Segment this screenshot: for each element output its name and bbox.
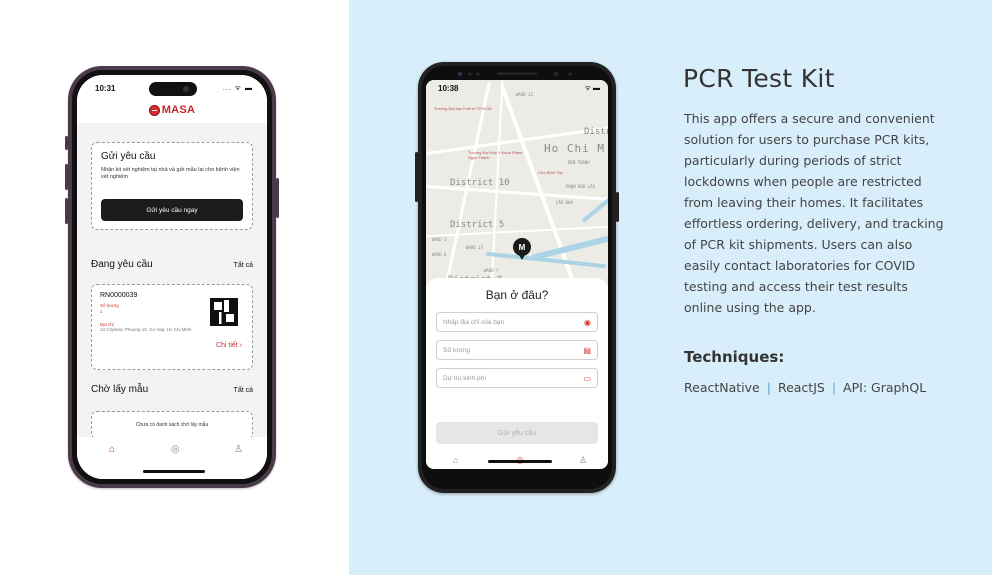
status-time: 10:38: [438, 84, 459, 93]
power-button: [276, 178, 279, 218]
map-label-ward7: WARD 7: [484, 268, 499, 273]
volume-up-button: [65, 164, 68, 190]
address-input[interactable]: Nhập địa chỉ của bạn ◉: [436, 312, 598, 332]
map-label-district10: District 10: [450, 178, 510, 188]
dynamic-island: [149, 82, 197, 96]
request-description: Nhận kit xét nghiệm tại nhà và gửi mẫu l…: [101, 167, 240, 181]
budget-input[interactable]: Dự trù kinh phí ▭: [436, 368, 598, 388]
quantity-input[interactable]: Số lượng ▤: [436, 340, 598, 360]
map-label-ben-thanh: BẾN THÀNH: [568, 160, 590, 165]
map-label-ward12: WARD 12: [516, 92, 533, 97]
globe-icon: [148, 104, 160, 116]
list-icon: ▤: [583, 345, 591, 355]
home-icon[interactable]: ⌂: [109, 444, 115, 455]
android-screen: District 10 District 5 District 8 Ho Chi…: [426, 80, 608, 469]
user-icon[interactable]: ♙: [579, 455, 587, 466]
address-value: 13 Cityland, Phuong 10, Go Vap, Ho Chi M…: [100, 327, 192, 332]
tab-bar: ⌂ ◎ ♙: [77, 437, 267, 479]
masa-logo: MASA: [148, 104, 196, 116]
power-button: [616, 192, 619, 222]
brand-name: MASA: [161, 104, 196, 116]
request-title: Gửi yêu cầu: [101, 151, 156, 162]
techniques-list: ReactNative | ReactJS | API: GraphQL: [684, 380, 926, 395]
map-marker-icon[interactable]: M: [513, 238, 531, 260]
technique-separator: |: [766, 380, 771, 395]
status-icons: ... ᯤ ▬: [222, 85, 253, 92]
map-label-cau-kho: CẦU KHO: [556, 200, 573, 205]
app-header: MASA: [77, 101, 267, 123]
android-mockup: District 10 District 5 District 8 Ho Chi…: [415, 62, 619, 493]
map-label-ward6: WARD 6: [432, 252, 447, 257]
map-label-pham-ngu-lao: PHẠM NGŨ LÃO: [566, 184, 595, 189]
technique-reactjs: ReactJS: [777, 380, 825, 395]
volume-down-button: [65, 198, 68, 224]
pending-see-all-link[interactable]: Tất cả: [234, 262, 253, 269]
map-label-ward3: WARD 3: [432, 237, 447, 242]
status-time: 10:31: [95, 84, 116, 93]
address-placeholder: Nhập địa chỉ của bạn: [443, 318, 505, 326]
submit-request-button[interactable]: Gửi yêu cầu: [436, 422, 598, 444]
order-card[interactable]: RN0000039 Số lượng 1 Địa chỉ 13 Cityland…: [91, 284, 253, 370]
request-now-button[interactable]: Gửi yêu cầu ngay: [101, 199, 243, 221]
map-view[interactable]: District 10 District 5 District 8 Ho Chi…: [426, 80, 608, 290]
pickup-see-all-link[interactable]: Tất cả: [234, 387, 253, 394]
mute-switch: [65, 136, 68, 150]
map-poi-medical-university: Trường Đại Học Y Khoa Phạm Ngọc Thạch: [468, 150, 523, 160]
sheet-title: Bạn ở đâu?: [485, 288, 549, 302]
map-label-district5: District 5: [450, 220, 505, 230]
location-pin-icon: ◉: [584, 317, 591, 327]
home-indicator: [143, 470, 205, 473]
project-description: This app offers a secure and convenient …: [684, 111, 944, 315]
project-title: PCR Test Kit: [683, 64, 835, 93]
quantity-placeholder: Số lượng: [443, 346, 471, 354]
user-icon[interactable]: ♙: [234, 444, 243, 455]
iphone-mockup: 10:31 ... ᯤ ▬ MASA Gửi yêu cầu Nhận kit …: [65, 66, 279, 488]
request-card: Gửi yêu cầu Nhận kit xét nghiệm tại nhà …: [91, 142, 253, 230]
pickup-title: Chờ lấy mẫu: [91, 384, 149, 395]
map-poi-economics-university: Trường Đại học Kinh tế TP.HCM: [434, 106, 492, 111]
pickup-section-header: Chờ lấy mẫu Tất cả: [91, 384, 253, 395]
technique-separator: |: [831, 380, 837, 395]
location-pin-icon[interactable]: ◎: [171, 444, 180, 455]
money-icon: ▭: [583, 373, 591, 383]
map-label-ward15: WARD 15: [466, 245, 483, 250]
iphone-screen: 10:31 ... ᯤ ▬ MASA Gửi yêu cầu Nhận kit …: [77, 75, 267, 479]
volume-button: [415, 152, 418, 202]
status-bar: 10:31 ... ᯤ ▬: [77, 75, 267, 101]
home-icon[interactable]: ⌂: [453, 455, 458, 465]
sensor-bar: [458, 71, 572, 77]
pending-title: Đang yêu cầu: [91, 259, 153, 270]
map-poi-binh-tay-market: Chợ Bình Tây: [538, 170, 563, 175]
qr-code-icon: [210, 298, 238, 326]
location-sheet: Bạn ở đâu? Nhập địa chỉ của bạn ◉ Số lượ…: [426, 278, 608, 469]
pending-section-header: Đang yêu cầu Tất cả: [91, 259, 253, 270]
technique-reactnative: ReactNative: [684, 380, 760, 395]
techniques-heading: Techniques:: [684, 348, 785, 366]
pickup-empty-card: Chưa có danh sách chờ lấy mẫu: [91, 411, 253, 439]
map-label-district-partial: Distr: [584, 127, 608, 137]
map-label-hochiminh: Ho Chi M: [544, 142, 605, 155]
technique-graphql: API: GraphQL: [843, 380, 927, 395]
home-indicator: [488, 460, 552, 463]
status-icons: ᯤ ▬: [584, 85, 600, 92]
order-detail-link[interactable]: Chi tiết ›: [216, 342, 242, 349]
budget-placeholder: Dự trù kinh phí: [443, 374, 487, 382]
